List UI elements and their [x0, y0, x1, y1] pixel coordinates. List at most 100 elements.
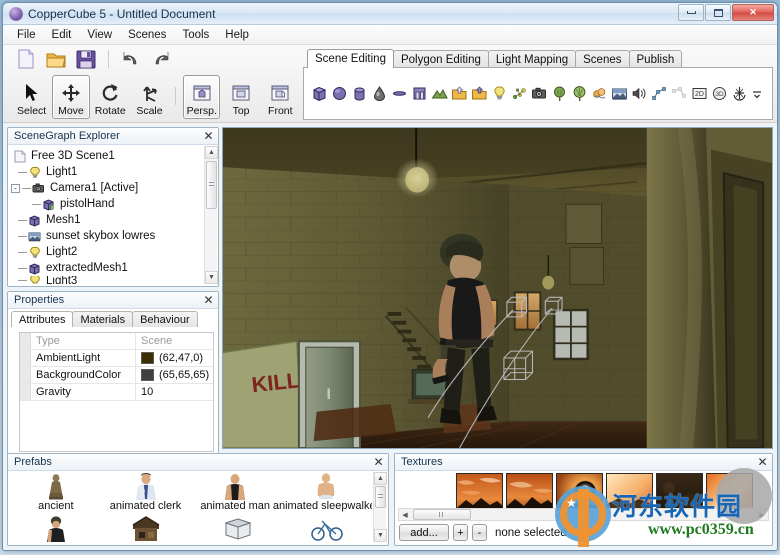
- scroll-up-icon[interactable]: ▲: [205, 146, 218, 159]
- prefab-item-animated-man[interactable]: animated man: [190, 473, 280, 515]
- menu-item-scenes[interactable]: Scenes: [120, 27, 174, 43]
- tree-node-light1[interactable]: Light1: [10, 164, 204, 180]
- tab-light-mapping[interactable]: Light Mapping: [488, 50, 576, 68]
- decrease-thumb-button[interactable]: -: [472, 524, 487, 541]
- 3d-viewport[interactable]: KILL: [222, 127, 773, 449]
- tree-node-scene[interactable]: Free 3D Scene1: [10, 148, 204, 164]
- tool-move-button[interactable]: Move: [52, 75, 89, 119]
- row-value-ambientlight[interactable]: (62,47,0): [136, 350, 213, 366]
- tool-scale-button[interactable]: Scale: [131, 75, 168, 119]
- water-surface-icon[interactable]: [591, 85, 608, 102]
- tab-behaviour[interactable]: Behaviour: [132, 311, 198, 327]
- tool-rotate-button[interactable]: Rotate: [92, 75, 129, 119]
- prefab-item-ancient[interactable]: ancient: [11, 473, 101, 515]
- prefabs-grid[interactable]: ancient animated clerk: [11, 473, 372, 542]
- menu-item-edit[interactable]: Edit: [44, 27, 80, 43]
- tree-node-pistolhand[interactable]: pistolHand: [10, 196, 204, 212]
- color-swatch[interactable]: [141, 369, 154, 381]
- plane-icon[interactable]: [391, 85, 408, 102]
- tab-materials[interactable]: Materials: [72, 311, 133, 327]
- table-row[interactable]: AmbientLight (62,47,0): [20, 350, 213, 367]
- scroll-down-icon[interactable]: ▼: [374, 529, 387, 542]
- scroll-left-icon[interactable]: ◀: [399, 509, 411, 520]
- increase-thumb-button[interactable]: +: [453, 524, 468, 541]
- tab-scenes[interactable]: Scenes: [575, 50, 629, 68]
- cone-icon[interactable]: [371, 85, 388, 102]
- path-node-icon[interactable]: [651, 85, 668, 102]
- tree-node-light3[interactable]: Light3: [10, 276, 204, 284]
- table-row[interactable]: BackgroundColor (65,65,65): [20, 367, 213, 384]
- more-chevron-icon[interactable]: [751, 85, 763, 102]
- cube-icon[interactable]: [311, 85, 328, 102]
- skybox-icon[interactable]: [611, 85, 628, 102]
- open-folder-icon[interactable]: [45, 48, 67, 70]
- save-disk-icon[interactable]: [75, 48, 97, 70]
- tool-select-button[interactable]: Select: [13, 75, 50, 119]
- prefab-item-box[interactable]: [192, 515, 282, 542]
- 3d-overlay-icon[interactable]: 3D: [711, 85, 728, 102]
- maximize-button[interactable]: [705, 4, 731, 21]
- terrain-icon[interactable]: [431, 85, 448, 102]
- redo-arrow-icon[interactable]: [150, 48, 172, 70]
- scrollbar-thumb[interactable]: [206, 161, 217, 209]
- new-document-icon[interactable]: [15, 48, 37, 70]
- menu-item-tools[interactable]: Tools: [174, 27, 217, 43]
- scroll-up-icon[interactable]: ▲: [374, 472, 387, 485]
- tab-polygon-editing[interactable]: Polygon Editing: [393, 50, 489, 68]
- add-texture-button[interactable]: add...: [399, 524, 449, 541]
- prefabs-scrollbar[interactable]: ▲ ▼: [373, 472, 386, 542]
- scenegraph-close-icon[interactable]: ✕: [202, 130, 215, 143]
- 2d-overlay-icon[interactable]: 2D: [691, 85, 708, 102]
- tree-node-extractedmesh1[interactable]: extractedMesh1: [10, 260, 204, 276]
- billboard-tree-icon[interactable]: [551, 85, 568, 102]
- scroll-down-icon[interactable]: ▼: [205, 271, 218, 284]
- prefabs-close-icon[interactable]: ✕: [372, 456, 385, 469]
- path-link-icon[interactable]: [671, 85, 688, 102]
- view-front-button[interactable]: Front: [262, 75, 299, 119]
- import-model-icon[interactable]: [471, 85, 488, 102]
- tree-node-light2[interactable]: Light2: [10, 244, 204, 260]
- particle-system-icon[interactable]: [511, 85, 528, 102]
- tree-node-mesh1[interactable]: Mesh1: [10, 212, 204, 228]
- close-button[interactable]: ✕: [732, 4, 774, 21]
- color-swatch[interactable]: [141, 352, 154, 364]
- view-persp-button[interactable]: Persp.: [183, 75, 220, 119]
- prefab-item-animated-clerk[interactable]: animated clerk: [101, 473, 191, 515]
- prefab-item-hut[interactable]: [101, 515, 191, 542]
- tab-publish[interactable]: Publish: [629, 50, 683, 68]
- camera-icon[interactable]: [531, 85, 548, 102]
- sound-speaker-icon[interactable]: [631, 85, 648, 102]
- scrollbar-thumb[interactable]: [413, 509, 471, 520]
- row-value-backgroundcolor[interactable]: (65,65,65): [136, 367, 213, 383]
- room-box-icon[interactable]: [411, 85, 428, 102]
- minimize-button[interactable]: [678, 4, 704, 21]
- view-top-button[interactable]: Top: [222, 75, 259, 119]
- tree-expander-icon[interactable]: -: [11, 184, 20, 193]
- properties-close-icon[interactable]: ✕: [202, 294, 215, 307]
- menu-item-file[interactable]: File: [9, 27, 44, 43]
- scenegraph-tree[interactable]: Free 3D Scene1 Light1 -: [10, 146, 204, 284]
- scrollbar-thumb[interactable]: [375, 486, 386, 508]
- load-mesh-icon[interactable]: [451, 85, 468, 102]
- textures-close-icon[interactable]: ✕: [756, 456, 769, 469]
- tab-scene-editing[interactable]: Scene Editing: [307, 49, 394, 68]
- undo-arrow-icon[interactable]: [120, 48, 142, 70]
- anchor-icon[interactable]: [731, 85, 748, 102]
- prefab-item-bicycle[interactable]: [282, 515, 372, 542]
- prefab-item-animated-sleepwalker[interactable]: animated sleepwalker: [280, 473, 372, 515]
- tab-attributes[interactable]: Attributes: [11, 311, 73, 327]
- sphere-icon[interactable]: [331, 85, 348, 102]
- prefab-item-soldier[interactable]: [11, 515, 101, 542]
- scenegraph-scrollbar[interactable]: ▲ ▼: [204, 146, 217, 284]
- menu-item-view[interactable]: View: [79, 27, 120, 43]
- tree-node-camera1[interactable]: - Camera1 [Active]: [10, 180, 204, 196]
- scroll-right-icon[interactable]: ▶: [756, 509, 768, 520]
- menu-item-help[interactable]: Help: [217, 27, 257, 43]
- row-value-gravity[interactable]: 10: [136, 384, 213, 400]
- textures-hscrollbar[interactable]: ◀ ▶: [398, 508, 769, 521]
- light-bulb-icon[interactable]: [491, 85, 508, 102]
- cylinder-icon[interactable]: [351, 85, 368, 102]
- tree-node-skybox[interactable]: sunset skybox lowres: [10, 228, 204, 244]
- tree-generator-icon[interactable]: [571, 85, 588, 102]
- table-row[interactable]: Gravity 10: [20, 384, 213, 401]
